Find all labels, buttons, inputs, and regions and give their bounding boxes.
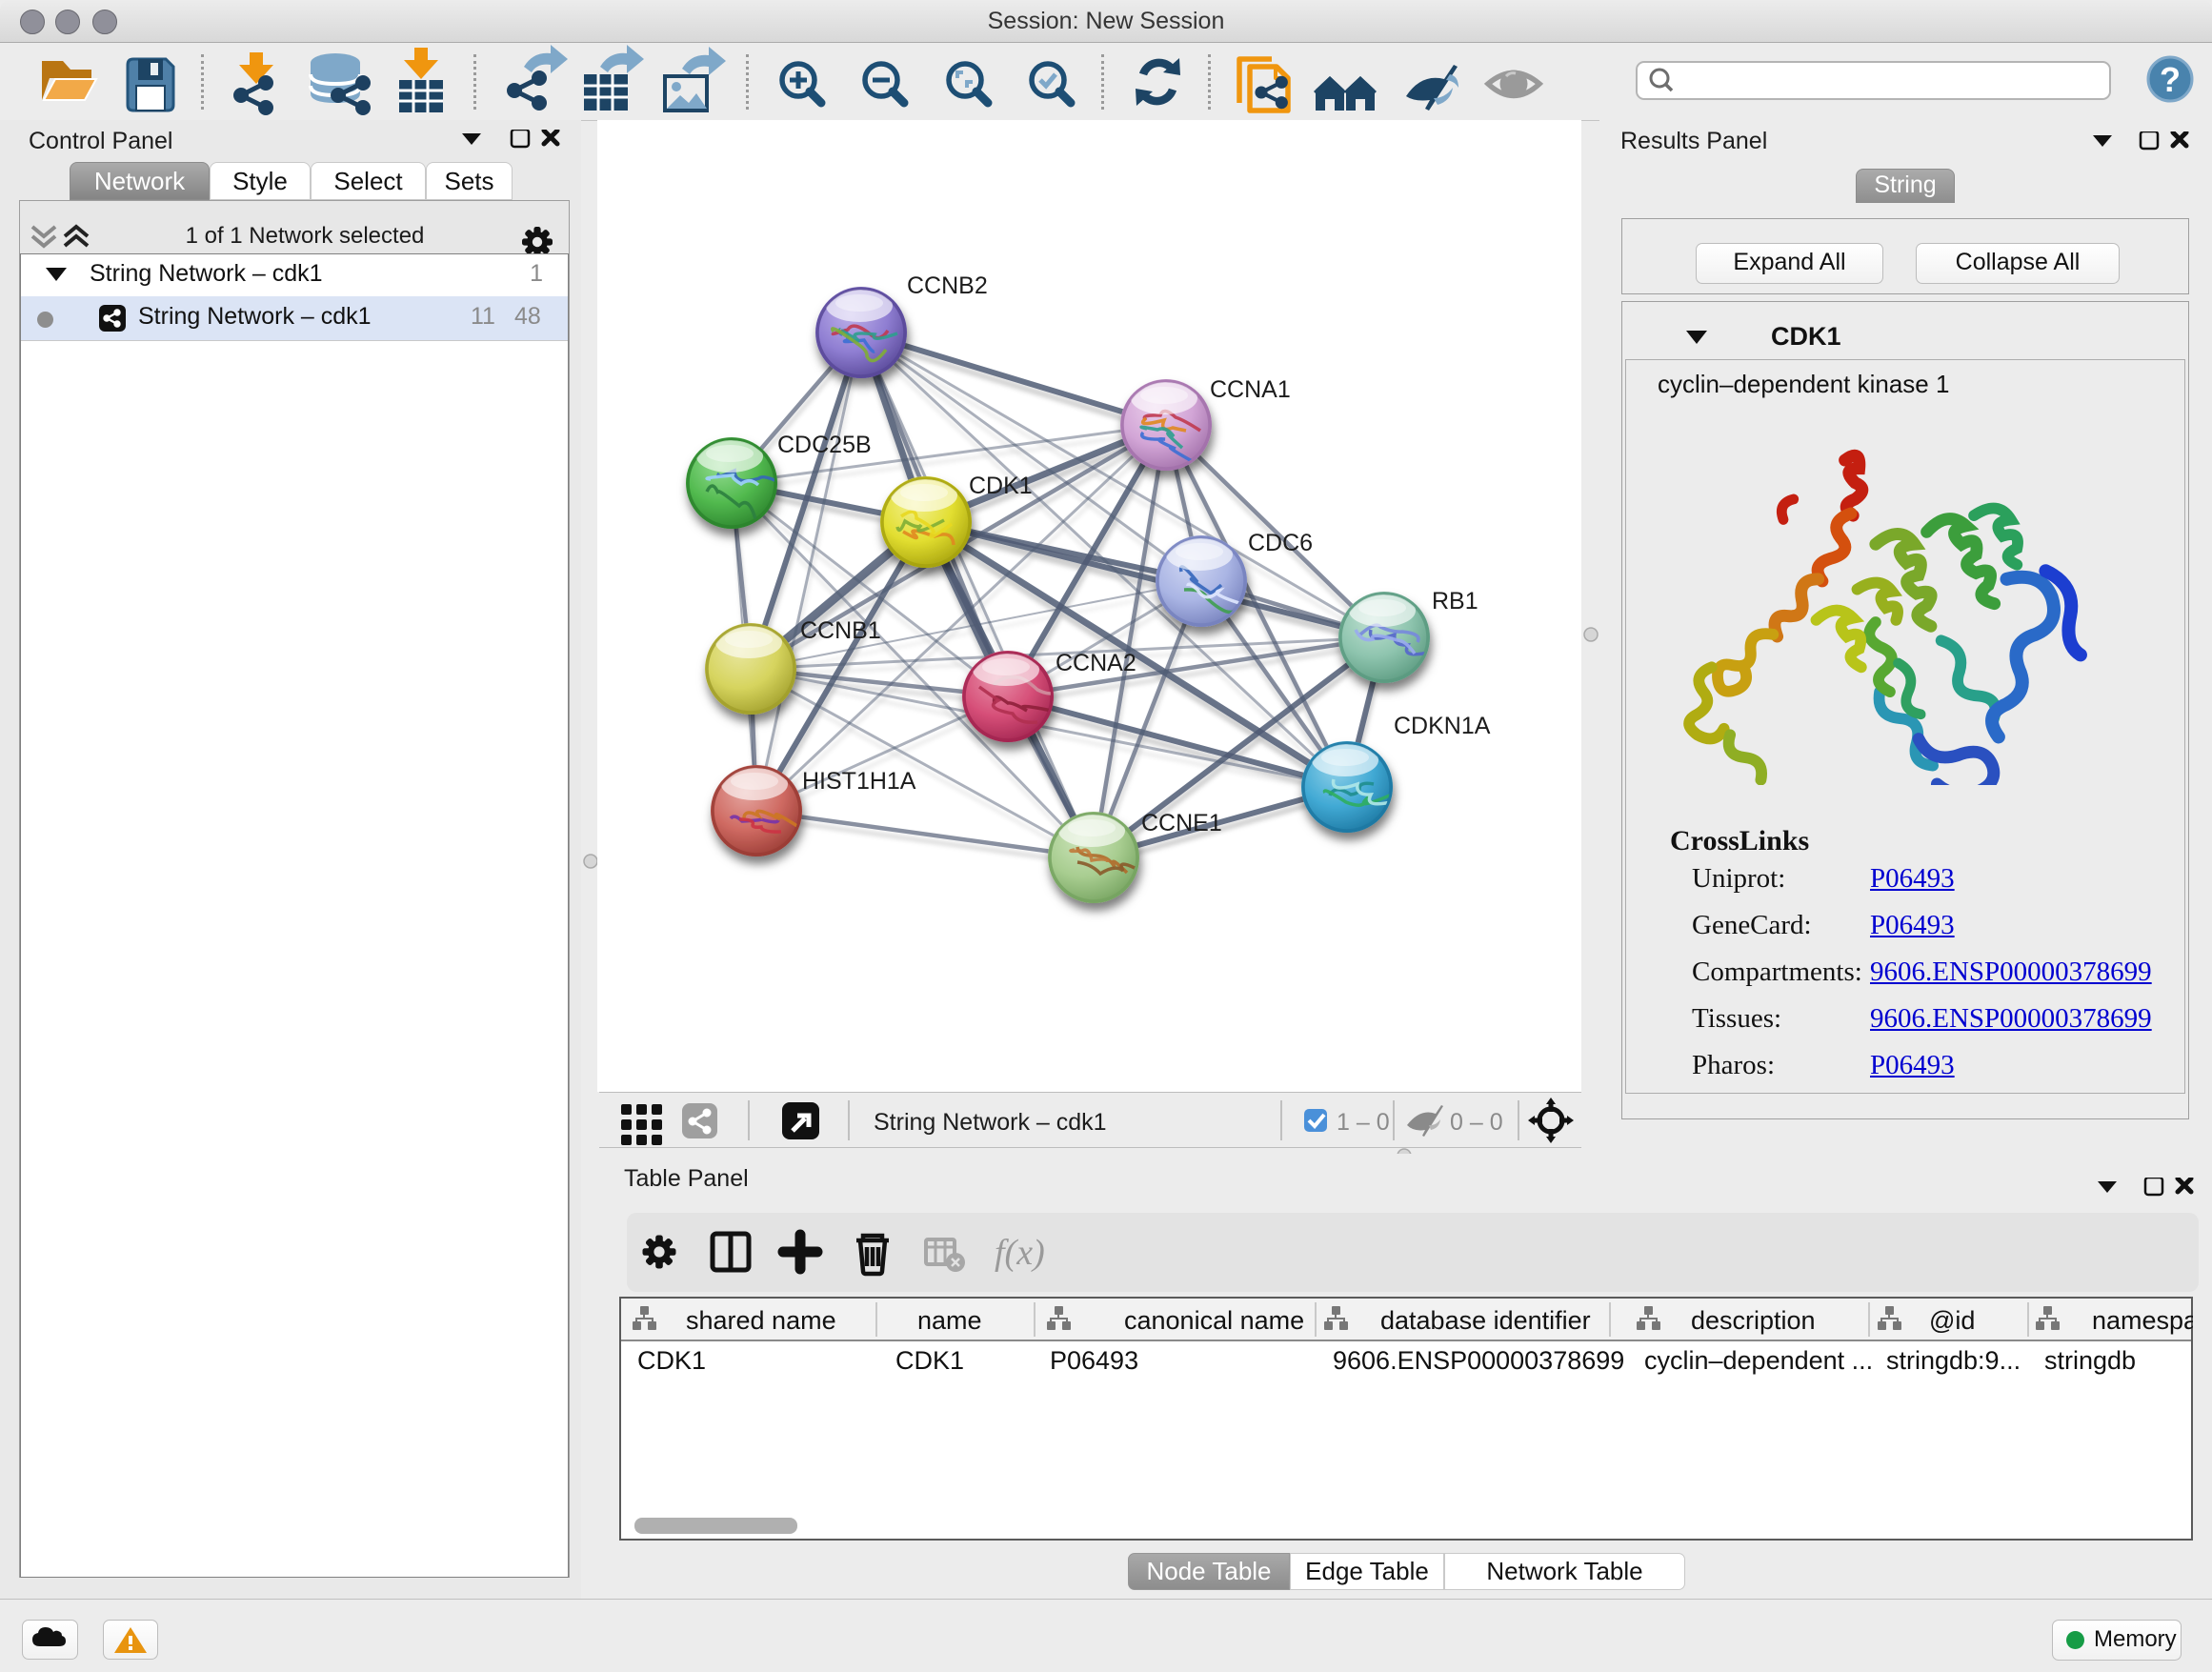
svg-text:CCNA1: CCNA1 bbox=[1210, 376, 1291, 403]
svg-text:1 – 0: 1 – 0 bbox=[1337, 1109, 1390, 1136]
svg-text:CDC25B: CDC25B bbox=[777, 432, 872, 458]
svg-text:String Network – cdk1: String Network – cdk1 bbox=[874, 1109, 1107, 1136]
svg-text:@id: @id bbox=[1929, 1306, 1975, 1335]
svg-text:RB1: RB1 bbox=[1432, 588, 1478, 614]
svg-text:P06493: P06493 bbox=[1050, 1346, 1138, 1375]
svg-text:CDC6: CDC6 bbox=[1248, 530, 1313, 556]
svg-text:stringdb:9...: stringdb:9... bbox=[1886, 1346, 2021, 1375]
svg-text:shared name: shared name bbox=[686, 1306, 836, 1335]
svg-text:cyclin–dependent ...: cyclin–dependent ... bbox=[1644, 1346, 1873, 1375]
svg-text:CCNE1: CCNE1 bbox=[1141, 810, 1222, 836]
svg-text:name: name bbox=[917, 1306, 982, 1335]
svg-text:CCNB2: CCNB2 bbox=[907, 272, 988, 299]
svg-text:CDK1: CDK1 bbox=[895, 1346, 964, 1375]
svg-text:canonical name: canonical name bbox=[1124, 1306, 1304, 1335]
svg-text:CDK1: CDK1 bbox=[637, 1346, 706, 1375]
svg-text:CDKN1A: CDKN1A bbox=[1394, 713, 1491, 739]
svg-text:?: ? bbox=[2160, 60, 2181, 99]
svg-text:database identifier: database identifier bbox=[1380, 1306, 1591, 1335]
svg-text:stringdb: stringdb bbox=[2044, 1346, 2136, 1375]
svg-text:CDK1: CDK1 bbox=[969, 473, 1033, 499]
svg-text:0 – 0: 0 – 0 bbox=[1450, 1109, 1503, 1136]
svg-text:description: description bbox=[1691, 1306, 1816, 1335]
svg-text:CCNA2: CCNA2 bbox=[1056, 650, 1136, 676]
svg-text:9606.ENSP00000378699: 9606.ENSP00000378699 bbox=[1333, 1346, 1624, 1375]
svg-text:namespace: namespace bbox=[2092, 1306, 2193, 1335]
svg-text:f(x): f(x) bbox=[995, 1233, 1045, 1273]
svg-text:HIST1H1A: HIST1H1A bbox=[802, 768, 916, 795]
svg-text:CCNB1: CCNB1 bbox=[800, 617, 881, 644]
